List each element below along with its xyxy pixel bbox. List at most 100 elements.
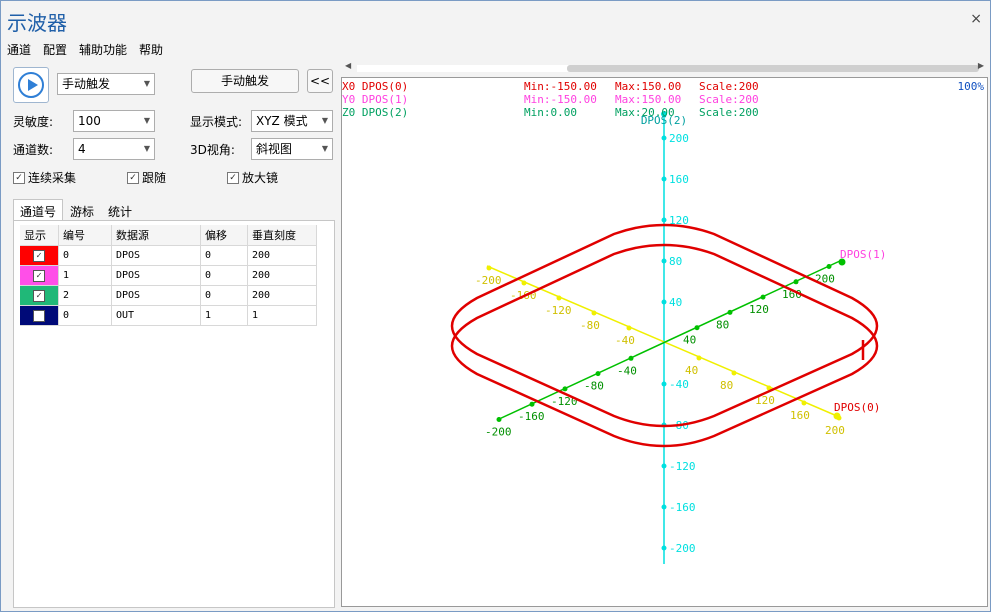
col-header-show[interactable]: 显示	[20, 225, 59, 246]
z-tick-point	[661, 463, 667, 469]
scope-canvas[interactable]: 200 160 120 80 40 -40 -80 -120 -160 -200 DPOS(2) -2…	[341, 77, 988, 607]
collapse-button[interactable]: <<	[307, 69, 333, 93]
col-header-offset[interactable]: 偏移	[200, 225, 248, 246]
table-row[interactable]: ✓ 1 DPOS 0 200	[20, 265, 317, 286]
horizontal-scrollbar[interactable]: ◀ ▶	[341, 61, 988, 75]
y-tick-point	[793, 279, 799, 285]
y-tick-label: -80	[584, 380, 604, 393]
channel-info-min: Min:-150.00	[524, 80, 597, 93]
z-tick-label: 200	[669, 132, 689, 145]
checkbox-checked-icon: ✓	[13, 171, 25, 184]
y-tick-point	[694, 325, 700, 331]
z-tick-point	[661, 299, 667, 305]
sensitivity-label: 灵敏度:	[13, 115, 54, 129]
y-tick-point	[529, 401, 535, 407]
checkbox-checked-icon: ✓	[127, 171, 139, 184]
checkbox-empty-icon[interactable]	[33, 309, 45, 322]
view3d-value: 斜视图	[256, 142, 293, 156]
table-row[interactable]: ✓ 2 DPOS 0 200	[20, 285, 317, 306]
cell-offset: 0	[200, 265, 248, 286]
tab-cursor[interactable]: 游标	[63, 199, 101, 221]
checkbox-checked-icon[interactable]: ✓	[33, 289, 45, 302]
z-tick-point	[661, 381, 667, 387]
col-header-scale[interactable]: 垂直刻度	[247, 225, 317, 246]
cell-scale: 200	[247, 265, 317, 286]
channel-info-min: Min:0.00	[524, 106, 577, 119]
z-tick-point	[661, 135, 667, 141]
scroll-right-icon[interactable]: ▶	[978, 61, 984, 70]
trigger-mode-select[interactable]: 手动触发 ▼	[57, 73, 155, 95]
continuous-checkbox[interactable]: ✓ 连续采集	[13, 169, 76, 186]
x-tick-label: 160	[790, 409, 810, 422]
x-tick-label: 40	[685, 364, 698, 377]
menu-aux[interactable]: 辅助功能	[73, 39, 133, 59]
table-row[interactable]: ✓ 0 DPOS 0 200	[20, 245, 317, 266]
x-tick-label: 80	[720, 379, 733, 392]
cell-num: 1	[58, 265, 112, 286]
channel-info-max: Max:150.00	[615, 80, 682, 93]
y-tick-point	[628, 355, 634, 361]
view3d-label: 3D视角:	[190, 143, 235, 157]
cell-src: DPOS	[111, 265, 201, 286]
channel-info-max: Max:20.00	[615, 106, 675, 119]
col-header-source[interactable]: 数据源	[111, 225, 201, 246]
cell-scale: 200	[247, 245, 317, 266]
cell-offset: 1	[200, 305, 248, 326]
z-tick-label: -200	[669, 542, 696, 555]
z-tick-label: -40	[669, 378, 689, 391]
x-tick-point	[696, 355, 702, 361]
play-icon	[18, 72, 44, 98]
channel-info-scale: Scale:200	[699, 93, 759, 106]
scroll-thumb[interactable]	[567, 65, 979, 72]
cell-scale: 200	[247, 285, 317, 306]
y-tick-point	[595, 371, 601, 377]
tab-stats[interactable]: 统计	[101, 199, 139, 221]
menu-bar: 通道 配置 辅助功能 帮助	[1, 39, 169, 59]
y-tick-label: 80	[716, 318, 729, 331]
channel-count-select[interactable]: 4 ▼	[73, 138, 155, 160]
manual-trigger-button[interactable]: 手动触发	[191, 69, 299, 93]
chevron-down-icon: ▼	[143, 79, 150, 88]
z-tick-point	[661, 545, 667, 551]
view3d-select[interactable]: 斜视图 ▼	[251, 138, 333, 160]
x-tick-label: -200	[475, 274, 502, 287]
checkbox-checked-icon[interactable]: ✓	[33, 249, 45, 262]
z-tick-label: -120	[669, 460, 696, 473]
cell-offset: 0	[200, 245, 248, 266]
scroll-left-icon[interactable]: ◀	[345, 61, 351, 70]
z-tick-point	[661, 217, 667, 223]
display-mode-select[interactable]: XYZ 模式 ▼	[251, 110, 333, 132]
follow-checkbox[interactable]: ✓ 跟随	[127, 169, 166, 186]
app-window: 示波器 × 通道 配置 辅助功能 帮助 手动触发 ▼ 手动触发 << 灵敏度: …	[0, 0, 991, 612]
play-button[interactable]	[13, 67, 49, 103]
x-tick-point	[486, 265, 492, 271]
y-tick-label: -200	[485, 426, 512, 439]
y-tick-point	[826, 264, 832, 269]
magnifier-checkbox[interactable]: ✓ 放大镜	[227, 169, 278, 186]
menu-config[interactable]: 配置	[37, 39, 73, 59]
checkbox-checked-icon[interactable]: ✓	[33, 269, 45, 282]
x-tick-point	[731, 370, 737, 376]
x-tick-label: -40	[615, 334, 635, 347]
cell-num: 0	[58, 305, 112, 326]
channel-table: 显示 编号 数据源 偏移 垂直刻度 ✓ 0 DPOS 0 200 ✓ 1 DPOS 0 200 ✓ 2…	[20, 225, 317, 326]
z-tick-label: 40	[669, 296, 682, 309]
menu-help[interactable]: 帮助	[133, 39, 169, 59]
color-swatch[interactable]: ✓	[20, 285, 59, 306]
z-tick-point	[661, 176, 667, 182]
cell-offset: 0	[200, 285, 248, 306]
col-header-num[interactable]: 编号	[58, 225, 112, 246]
sensitivity-select[interactable]: 100 ▼	[73, 110, 155, 132]
y-tick-label: 40	[683, 334, 696, 347]
color-swatch[interactable]: ✓	[20, 265, 59, 286]
menu-channel[interactable]: 通道	[1, 39, 37, 59]
close-icon[interactable]: ×	[970, 11, 982, 27]
color-swatch[interactable]: ✓	[20, 245, 59, 266]
y-tick-point	[760, 294, 766, 300]
table-row[interactable]: 0 OUT 1 1	[20, 305, 317, 326]
window-title: 示波器	[7, 11, 67, 35]
x-tick-point	[521, 280, 527, 286]
tab-channel[interactable]: 通道号	[13, 199, 64, 221]
color-swatch[interactable]	[20, 305, 59, 326]
channel-count-value: 4	[78, 142, 86, 156]
